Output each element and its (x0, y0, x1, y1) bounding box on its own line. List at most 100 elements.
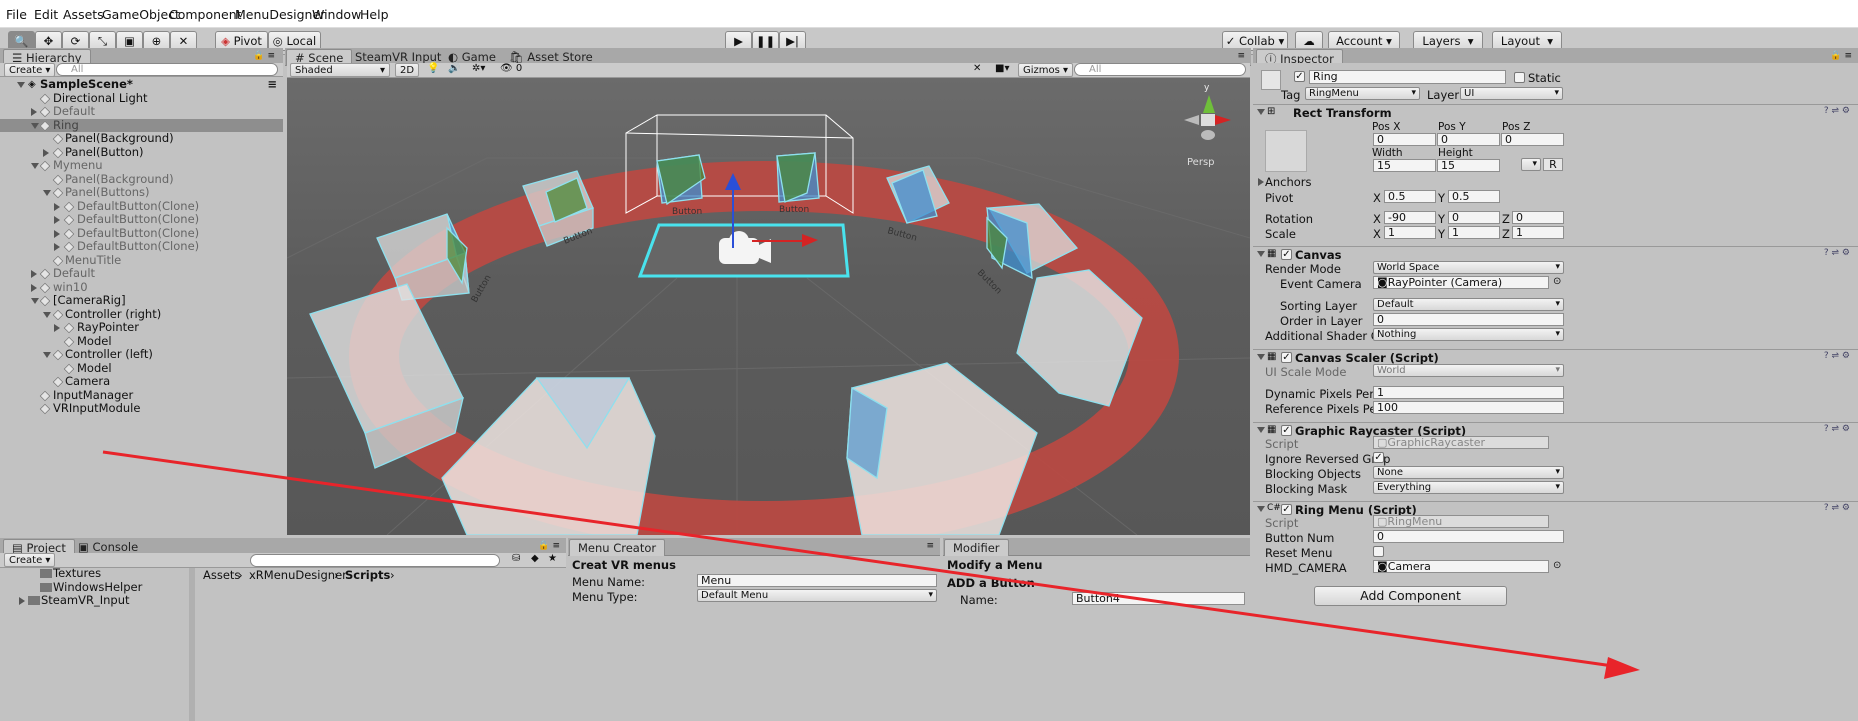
list-item[interactable]: RayPointer (0, 320, 283, 335)
button-name-field[interactable]: Button4 (1072, 592, 1245, 605)
scene-canvas[interactable]: Button Button Button Button Button Butto… (287, 78, 1250, 535)
list-item[interactable]: DefaultButton(Clone) (0, 226, 283, 241)
gizmos-dropdown[interactable]: Gizmos ▾ (1018, 63, 1074, 77)
width-field[interactable]: 15 (1373, 159, 1436, 172)
list-item[interactable]: Model (0, 334, 283, 349)
tag-dropdown[interactable]: RingMenu (1305, 87, 1420, 100)
folder-item[interactable]: WindowsHelper (0, 580, 195, 595)
list-item[interactable]: Mymenu (0, 158, 283, 173)
menu-window[interactable]: Window (312, 7, 361, 22)
menu-file[interactable]: File (6, 7, 27, 22)
rotation-z-field[interactable]: 0 (1512, 211, 1564, 224)
list-item[interactable]: Default (0, 104, 283, 119)
hierarchy-create-button[interactable]: Create ▾ (4, 63, 56, 77)
list-item[interactable]: win10 (0, 280, 283, 295)
canvas-header[interactable]: ▦ ✓ Canvas ? ⇌ ⚙ (1253, 246, 1858, 262)
component-settings-icon[interactable]: ? ⇌ ⚙ (1824, 503, 1850, 513)
static-checkbox[interactable] (1514, 72, 1525, 83)
ui-scale-mode-dropdown[interactable]: World (1373, 364, 1564, 377)
row-menu-icon[interactable]: ≡ (267, 77, 277, 92)
shading-dropdown[interactable]: Shaded ▾ (290, 63, 390, 77)
sorting-layer-dropdown[interactable]: Default (1373, 298, 1564, 311)
raycaster-enabled-checkbox[interactable]: ✓ (1281, 425, 1292, 436)
blocking-mask-dropdown[interactable]: Everything (1373, 481, 1564, 494)
hierarchy-search-input[interactable]: All (56, 63, 278, 76)
render-mode-dropdown[interactable]: World Space (1373, 261, 1564, 274)
list-item[interactable]: InputManager (0, 388, 283, 403)
button-num-field[interactable]: 0 (1373, 530, 1564, 543)
graphic-raycaster-header[interactable]: ▦ ✓ Graphic Raycaster (Script) ? ⇌ ⚙ (1253, 422, 1858, 438)
hmd-camera-field[interactable]: ◙Camera (1373, 560, 1549, 573)
list-item[interactable]: Panel(Background) (0, 172, 283, 187)
menu-type-dropdown[interactable]: Default Menu (697, 589, 937, 602)
posy-field[interactable]: 0 (1437, 133, 1500, 146)
effects-icon[interactable]: ✲▾ (472, 63, 485, 74)
menu-edit[interactable]: Edit (34, 7, 58, 22)
list-item[interactable]: Panel(Background) (0, 131, 283, 146)
pivot-x-field[interactable]: 0.5 (1384, 190, 1436, 203)
list-item[interactable]: MenuTitle (0, 253, 283, 268)
object-picker-icon[interactable]: ⊙ (1553, 560, 1561, 571)
list-item[interactable]: Controller (right) (0, 307, 283, 322)
add-component-button[interactable]: Add Component (1314, 586, 1507, 606)
panel-menu-icon[interactable]: ≡ (926, 541, 934, 551)
active-checkbox[interactable]: ✓ (1294, 71, 1305, 82)
list-item[interactable]: Model (0, 361, 283, 376)
scaler-enabled-checkbox[interactable]: ✓ (1281, 352, 1292, 363)
panel-menu-icon[interactable]: 🔒 ≡ (253, 51, 275, 61)
posx-field[interactable]: 0 (1373, 133, 1436, 146)
dynamic-pixels-field[interactable]: 1 (1373, 386, 1564, 399)
anchor-presets-icon[interactable] (1265, 130, 1307, 172)
anchors-label[interactable]: Anchors (1265, 175, 1312, 189)
canvas-scaler-header[interactable]: ▦ ✓ Canvas Scaler (Script) ? ⇌ ⚙ (1253, 349, 1858, 365)
component-settings-icon[interactable]: ? ⇌ ⚙ (1824, 424, 1850, 434)
lighting-icon[interactable]: 💡 (427, 63, 439, 74)
scale-z-field[interactable]: 1 (1512, 226, 1564, 239)
object-picker-icon[interactable]: ⊙ (1553, 276, 1561, 287)
label-icon[interactable]: ◆ (531, 553, 539, 564)
list-item[interactable]: DefaultButton(Clone) (0, 212, 283, 227)
ringmenu-enabled-checkbox[interactable]: ✓ (1281, 504, 1292, 515)
menu-name-field[interactable]: Menu (697, 574, 937, 587)
folder-item[interactable]: SteamVR_Input (0, 593, 195, 608)
menu-component[interactable]: Component (169, 7, 242, 22)
component-settings-icon[interactable]: ? ⇌ ⚙ (1824, 351, 1850, 361)
list-item[interactable]: Panel(Buttons) (0, 185, 283, 200)
list-item[interactable]: Controller (left) (0, 347, 283, 362)
pivot-y-field[interactable]: 0.5 (1448, 190, 1500, 203)
breadcrumb-scripts[interactable]: Scripts (345, 568, 390, 582)
reference-pixels-field[interactable]: 100 (1373, 401, 1564, 414)
shader-channels-dropdown[interactable]: Nothing (1373, 328, 1564, 341)
list-item[interactable]: VRInputModule (0, 401, 283, 416)
event-camera-field[interactable]: ◙RayPointer (Camera) (1373, 276, 1549, 289)
ignore-reversed-checkbox[interactable]: ✓ (1373, 452, 1384, 463)
persp-label[interactable]: Persp (1187, 157, 1215, 168)
menu-help[interactable]: Help (360, 7, 389, 22)
blueprint-mode-button[interactable] (1521, 158, 1541, 171)
component-settings-icon[interactable]: ? ⇌ ⚙ (1824, 106, 1850, 116)
tab-menu-creator[interactable]: Menu Creator (569, 539, 666, 556)
project-search-input[interactable] (250, 554, 500, 567)
scene-search-input[interactable]: All (1074, 63, 1246, 76)
tools-icon[interactable]: ✕ (973, 63, 981, 74)
component-settings-icon[interactable]: ? ⇌ ⚙ (1824, 248, 1850, 258)
list-item[interactable]: Panel(Button) (0, 145, 283, 160)
hidden-objects-icon[interactable]: 👁 0 (500, 63, 522, 74)
panel-menu-icon[interactable]: ≡ (1237, 51, 1245, 61)
camera-settings-icon[interactable]: ■▾ (995, 63, 1009, 74)
list-item[interactable]: [CameraRig] (0, 293, 283, 308)
scale-y-field[interactable]: 1 (1448, 226, 1500, 239)
rotation-x-field[interactable]: -90 (1384, 211, 1436, 224)
breadcrumb-xrmenudesigner[interactable]: xRMenuDesigner (249, 568, 347, 582)
scene-row[interactable]: ◈ SampleScene* ≡ (0, 77, 283, 92)
scene-viewport[interactable]: Button Button Button Button Button Butto… (287, 78, 1250, 535)
list-item[interactable]: Default (0, 266, 283, 281)
tree-scrollbar[interactable] (189, 568, 195, 721)
breadcrumb-assets[interactable]: Assets (203, 568, 240, 582)
project-create-button[interactable]: Create ▾ (4, 553, 56, 567)
height-field[interactable]: 15 (1437, 159, 1500, 172)
filter-icon[interactable]: ⛁ (512, 553, 520, 564)
2d-toggle[interactable]: 2D (395, 63, 420, 77)
rect-transform-header[interactable]: ⊞ Rect Transform ? ⇌ ⚙ (1253, 104, 1858, 120)
list-item[interactable]: DefaultButton(Clone) (0, 199, 283, 214)
